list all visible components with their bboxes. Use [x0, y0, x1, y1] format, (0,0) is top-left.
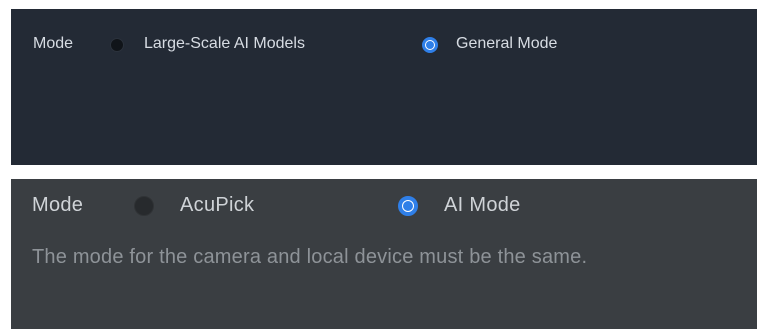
- acupick-radio[interactable]: [134, 196, 154, 216]
- acupick-label[interactable]: AcuPick: [180, 193, 254, 217]
- large-scale-ai-models-radio[interactable]: [110, 38, 124, 52]
- page: Mode Large-Scale AI Models General Mode …: [0, 0, 757, 329]
- ai-mode-label[interactable]: AI Mode: [444, 193, 521, 217]
- ai-mode-radio[interactable]: [398, 196, 418, 216]
- large-scale-ai-models-label[interactable]: Large-Scale AI Models: [144, 34, 305, 54]
- mode-label: Mode: [33, 35, 74, 52]
- mode-settings-panel-top: Mode Large-Scale AI Models General Mode: [11, 9, 757, 165]
- general-mode-label[interactable]: General Mode: [456, 34, 557, 54]
- mode-label: Mode: [32, 194, 84, 216]
- general-mode-radio[interactable]: [422, 37, 438, 53]
- mode-settings-panel-bottom: Mode AcuPick AI Mode The mode for the ca…: [11, 179, 757, 329]
- mode-hint-text: The mode for the camera and local device…: [32, 246, 588, 268]
